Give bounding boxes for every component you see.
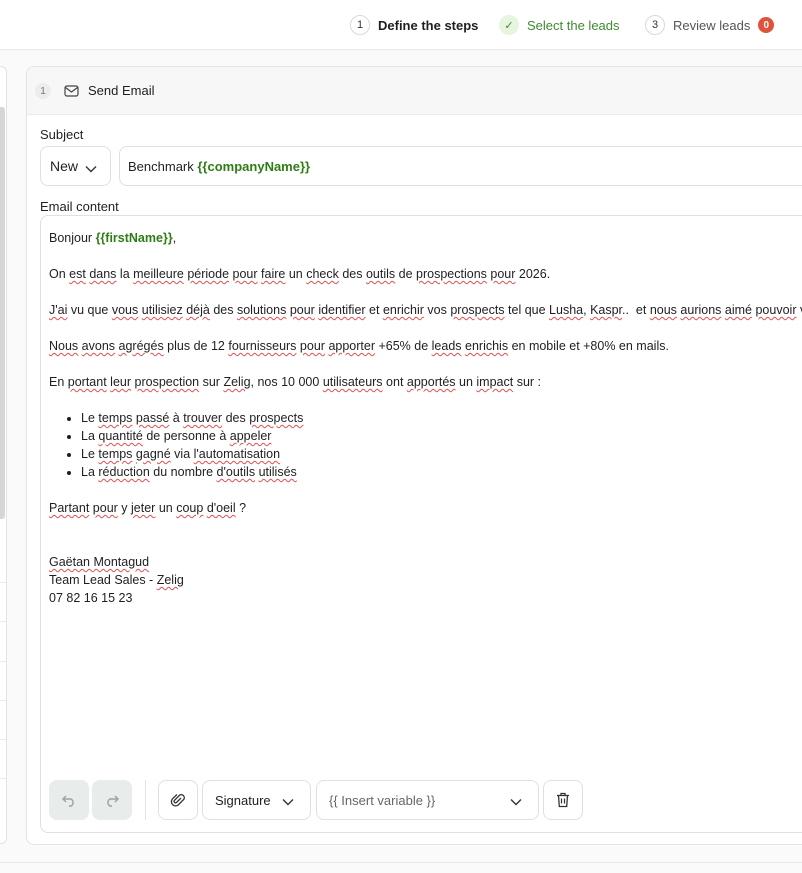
list-item: La quantité de personne à appeler <box>81 427 802 445</box>
left-scrollbar[interactable] <box>0 107 5 519</box>
paperclip-icon <box>170 793 185 807</box>
paragraph-3: Nous avons agrégés plus de 12 fournisseu… <box>49 339 669 353</box>
redo-icon <box>107 795 119 807</box>
card-header[interactable]: 1 Send Email <box>27 67 802 115</box>
step-index: 1 <box>35 83 51 99</box>
step-label: Define the steps <box>378 17 479 33</box>
impact-list: Le temps passé à trouver des prospects L… <box>49 409 802 481</box>
chevron-down-icon <box>85 161 97 177</box>
footer-divider <box>0 862 802 863</box>
editor-toolbar: Signature {{ Insert variable }} <box>49 780 609 820</box>
undo-icon <box>62 795 74 807</box>
list-item: Le temps gagné via l'automatisation <box>81 445 802 463</box>
paragraph-4: En portant leur prospection sur Zelig, n… <box>49 375 542 389</box>
email-content-editor[interactable]: Bonjour {{firstName}}, On est dans la me… <box>40 215 802 833</box>
step-number: 1 <box>350 15 370 35</box>
step-select-leads[interactable]: ✓ Select the leads <box>499 14 620 36</box>
divider <box>0 582 6 583</box>
greeting-line: Bonjour {{firstName}}, <box>49 231 177 245</box>
send-email-card: 1 Send Email Subject New Benchmark {{com… <box>26 66 802 845</box>
paragraph-5: Partant pour y jeter un coup d'oeil ? <box>49 501 247 515</box>
subject-mode-select[interactable]: New <box>40 146 111 186</box>
divider <box>0 778 6 779</box>
signature-phone: 07 82 16 15 23 <box>49 591 133 605</box>
check-icon: ✓ <box>499 15 519 35</box>
card-title: Send Email <box>88 83 155 98</box>
paragraph-2: J'ai vu que vous utilisiez déjà des solu… <box>49 303 802 317</box>
divider <box>0 621 6 622</box>
insert-variable-placeholder: {{ Insert variable }} <box>329 792 436 808</box>
step-number: 3 <box>645 15 665 35</box>
count-badge: 0 <box>758 17 775 33</box>
signature-title: Team Lead Sales - Zelig <box>49 573 184 587</box>
divider <box>0 700 6 701</box>
insert-variable-select[interactable]: {{ Insert variable }} <box>316 780 539 820</box>
delete-button[interactable] <box>543 780 583 820</box>
chevron-down-icon <box>510 795 522 810</box>
toolbar-divider <box>145 780 146 820</box>
redo-button[interactable] <box>92 780 132 820</box>
signature-name: Gaëtan Montagud <box>49 555 150 569</box>
step-label: Select the leads <box>527 17 620 33</box>
divider <box>0 661 6 662</box>
subject-label: Subject <box>40 127 84 142</box>
step-define[interactable]: 1 Define the steps <box>350 14 478 36</box>
divider <box>0 739 6 740</box>
subject-text: Benchmark <box>128 158 198 174</box>
signature-select[interactable]: Signature <box>202 780 311 820</box>
mail-icon <box>64 84 79 98</box>
content-label: Email content <box>40 199 119 214</box>
subject-mode-value: New <box>50 158 79 174</box>
step-label: Review leads <box>673 17 751 33</box>
attach-button[interactable] <box>158 780 198 820</box>
paragraph-1: On est dans la meilleure période pour fa… <box>49 267 551 281</box>
trash-icon <box>557 792 569 808</box>
signature-label: Signature <box>215 792 271 808</box>
list-item: Le temps passé à trouver des prospects <box>81 409 802 427</box>
chevron-down-icon <box>282 795 294 810</box>
step-review-leads[interactable]: 3 Review leads 0 <box>645 14 775 36</box>
email-body[interactable]: Bonjour {{firstName}}, On est dans la me… <box>49 229 802 607</box>
subject-variable: {{companyName}} <box>197 158 311 174</box>
list-item: La réduction du nombre d'outils utilisés <box>81 463 802 481</box>
undo-button[interactable] <box>49 780 89 820</box>
subject-input[interactable]: Benchmark {{companyName}} <box>119 146 802 186</box>
stepper-bar: 1 Define the steps ✓ Select the leads 3 … <box>0 0 802 50</box>
